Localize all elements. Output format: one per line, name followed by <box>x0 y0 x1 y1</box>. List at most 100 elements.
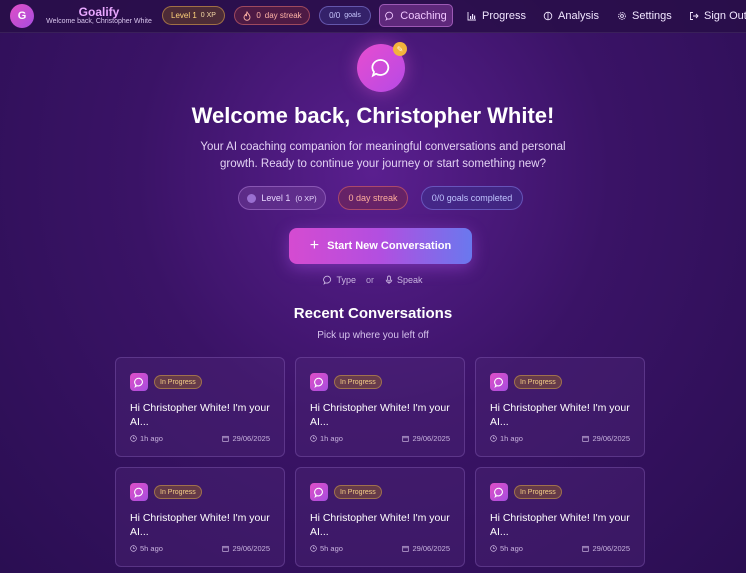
nav-analysis[interactable]: Analysis <box>537 4 605 27</box>
level-badge: Level 1 0 XP <box>162 6 225 25</box>
nav-settings[interactable]: Settings <box>611 4 678 27</box>
calendar-icon <box>582 435 590 442</box>
nav-sign-out[interactable]: Sign Out <box>683 4 746 27</box>
start-new-conversation-button[interactable]: + Start New Conversation <box>289 228 472 264</box>
clock-icon <box>130 545 137 552</box>
goals-stat: 0/0 goals completed <box>421 186 523 210</box>
goals-value: 0/0 <box>329 11 341 20</box>
nav-analysis-label: Analysis <box>558 9 599 22</box>
sign-out-icon <box>689 11 699 21</box>
clock-icon <box>310 545 317 552</box>
conversation-date-label: 29/06/2025 <box>592 544 630 553</box>
conversation-date: 29/06/2025 <box>222 544 270 553</box>
conversation-card[interactable]: In Progress Hi Christopher White! I'm yo… <box>475 467 645 567</box>
mode-speak[interactable]: Speak <box>384 275 423 285</box>
level-stat-label: Level 1 <box>261 193 291 203</box>
page-tagline: Your AI coaching companion for meaningfu… <box>200 141 566 170</box>
conversation-time-label: 5h ago <box>500 544 523 553</box>
conversation-time-label: 5h ago <box>140 544 163 553</box>
conversation-date-label: 29/06/2025 <box>412 434 450 443</box>
level-label: Level 1 <box>171 11 197 20</box>
conversation-card[interactable]: In Progress Hi Christopher White! I'm yo… <box>115 467 285 567</box>
level-xp: 0 XP <box>200 12 216 19</box>
mode-speak-label: Speak <box>397 275 423 285</box>
nav-coaching[interactable]: Coaching <box>379 4 453 27</box>
calendar-icon <box>582 545 590 552</box>
chat-bubble-icon <box>323 275 333 285</box>
chat-bubble-icon <box>310 483 328 501</box>
level-stat: Level 1 (0 XP) <box>238 186 326 210</box>
streak-value: 0 <box>256 11 261 20</box>
streak-stat-label: 0 day streak <box>348 193 398 203</box>
bar-chart-icon <box>467 11 477 21</box>
level-dot-icon <box>247 193 257 203</box>
conversation-time: 1h ago <box>130 434 163 443</box>
conversation-time: 5h ago <box>490 544 523 553</box>
conversation-card[interactable]: In Progress Hi Christopher White! I'm yo… <box>115 357 285 457</box>
flame-icon <box>242 10 252 21</box>
start-new-conversation-label: Start New Conversation <box>327 240 452 252</box>
nav-coaching-label: Coaching <box>400 9 447 22</box>
microphone-icon <box>384 275 394 285</box>
conversation-preview: Hi Christopher White! I'm your AI... <box>130 402 270 428</box>
conversation-time-label: 1h ago <box>140 434 163 443</box>
mode-or-separator: or <box>365 275 374 285</box>
input-mode-row: Type or Speak <box>0 274 746 286</box>
conversation-time: 5h ago <box>130 544 163 553</box>
goals-stat-label: 0/0 goals completed <box>431 193 513 203</box>
streak-badge: 0 day streak <box>234 6 310 25</box>
gear-icon <box>617 11 627 21</box>
conversation-preview: Hi Christopher White! I'm your AI... <box>130 512 270 538</box>
nav-sign-out-label: Sign Out <box>704 9 746 22</box>
mode-type[interactable]: Type <box>323 275 356 285</box>
chat-bubble-icon <box>490 483 508 501</box>
chat-bubble-icon <box>130 373 148 391</box>
clock-icon <box>310 435 317 442</box>
conversation-time-label: 1h ago <box>500 434 523 443</box>
nav-progress[interactable]: Progress <box>461 4 532 27</box>
conversation-preview: Hi Christopher White! I'm your AI... <box>310 512 450 538</box>
conversation-time-label: 1h ago <box>320 434 343 443</box>
goals-label: goals <box>344 12 361 19</box>
brand-name[interactable]: Goalify <box>42 5 156 19</box>
streak-label: day streak <box>264 11 302 20</box>
conversation-date-label: 29/06/2025 <box>232 434 270 443</box>
brain-icon <box>543 11 553 21</box>
status-badge: In Progress <box>334 485 382 499</box>
mode-type-label: Type <box>336 275 356 285</box>
goals-badge: 0/0 goals <box>319 6 371 25</box>
conversation-card[interactable]: In Progress Hi Christopher White! I'm yo… <box>295 357 465 457</box>
calendar-icon <box>222 435 230 442</box>
conversation-date: 29/06/2025 <box>222 434 270 443</box>
recent-conversations-title: Recent Conversations <box>293 305 453 322</box>
conversation-card[interactable]: In Progress Hi Christopher White! I'm yo… <box>475 357 645 457</box>
clock-icon <box>490 545 497 552</box>
status-badge: In Progress <box>154 485 202 499</box>
conversation-date-label: 29/06/2025 <box>412 544 450 553</box>
streak-stat: 0 day streak <box>338 186 408 210</box>
conversation-date: 29/06/2025 <box>402 434 450 443</box>
sparkle-badge-icon: ✎ <box>393 42 407 56</box>
chat-bubble-icon <box>385 11 395 21</box>
conversation-time: 5h ago <box>310 544 343 553</box>
status-badge: In Progress <box>154 375 202 389</box>
brand-avatar[interactable]: G <box>10 4 34 28</box>
conversation-preview: Hi Christopher White! I'm your AI... <box>490 402 630 428</box>
recent-conversations-subtitle: Pick up where you left off <box>317 330 429 341</box>
status-badge: In Progress <box>334 375 382 389</box>
conversation-date: 29/06/2025 <box>582 544 630 553</box>
chat-bubble-icon <box>310 373 328 391</box>
nav-progress-label: Progress <box>482 9 527 22</box>
conversation-time: 1h ago <box>310 434 343 443</box>
top-navigation-bar: G Goalify Welcome back, Christopher Whit… <box>0 0 746 33</box>
clock-icon <box>130 435 137 442</box>
conversation-time-label: 5h ago <box>320 544 343 553</box>
conversation-card[interactable]: In Progress Hi Christopher White! I'm yo… <box>295 467 465 567</box>
plus-icon: + <box>309 237 320 254</box>
nav-settings-label: Settings <box>632 9 672 22</box>
chat-bubble-icon <box>490 373 508 391</box>
calendar-icon <box>402 435 410 442</box>
chat-bubble-icon <box>130 483 148 501</box>
page-title: Welcome back, Christopher White! <box>191 103 555 128</box>
status-badge: In Progress <box>514 485 562 499</box>
